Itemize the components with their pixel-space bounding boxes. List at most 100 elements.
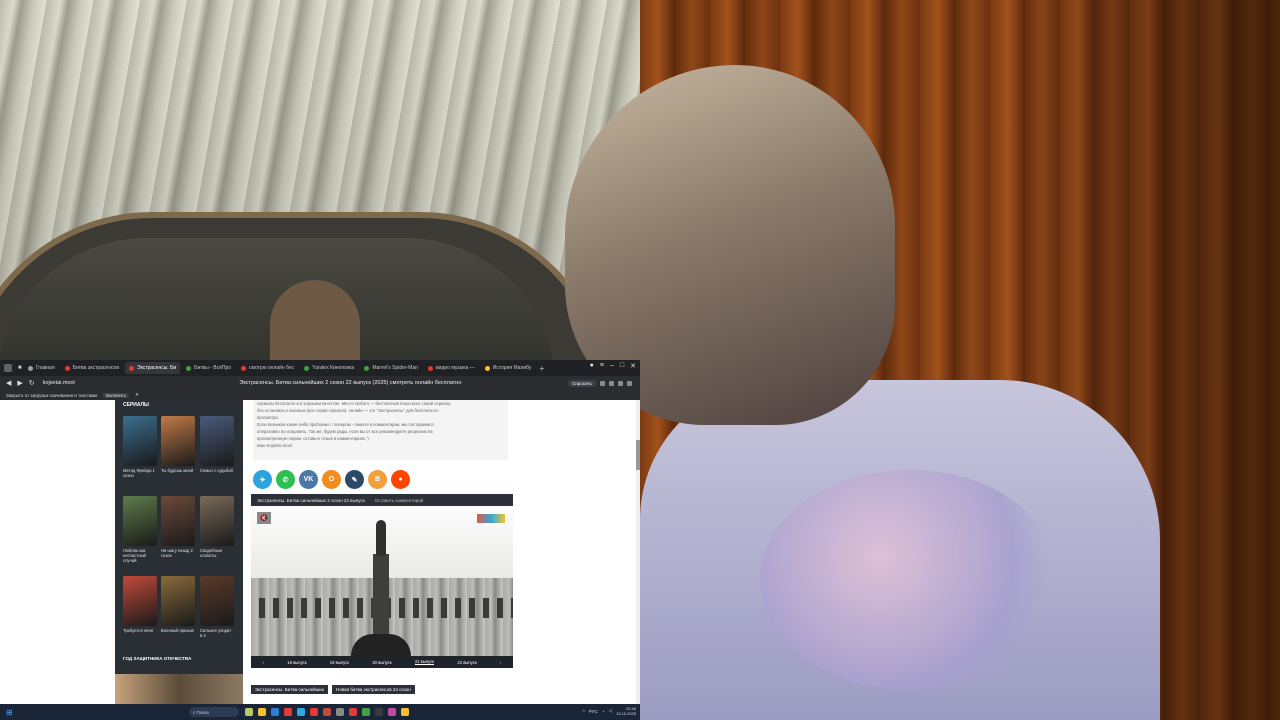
system-tray: ^ РУС ◔ ◁ 22:46 13.10.2025 xyxy=(583,706,636,716)
series-poster[interactable]: Любовь как несчастный случай xyxy=(123,496,157,563)
telegram-share-icon[interactable]: ✈ xyxy=(253,470,272,489)
episode-item[interactable]: 22 выпуск xyxy=(457,660,476,665)
taskbar-app-icon[interactable] xyxy=(361,708,370,716)
browser-tab[interactable]: Marvel's Spider-Man xyxy=(360,362,422,374)
tab-favicon-icon xyxy=(484,365,490,371)
taskbar-app-icon[interactable] xyxy=(283,708,292,716)
tab-label: Marvel's Spider-Man xyxy=(372,365,419,371)
close-button[interactable]: ✕ xyxy=(630,362,636,370)
bookmark-icon[interactable] xyxy=(600,380,605,386)
taskbar-app-icon[interactable] xyxy=(257,708,266,716)
tab-label: Битва экстрасенсов xyxy=(72,365,119,371)
taskbar-app-icon[interactable] xyxy=(400,708,409,716)
tray-chevron-icon[interactable]: ^ xyxy=(583,709,585,714)
browser-tab[interactable]: Битва экстрасенсов xyxy=(61,362,123,374)
browser-tab[interactable]: Битвы - ВсёПро xyxy=(182,362,235,374)
taskbar-app-icon[interactable] xyxy=(270,708,279,716)
blogger-share-icon[interactable]: B xyxy=(368,470,387,489)
browser-tab[interactable]: Yandex Кинопоиск xyxy=(300,362,358,374)
episodes-prev-icon[interactable]: ‹ xyxy=(263,660,264,665)
wifi-icon[interactable]: ◔ xyxy=(602,709,605,714)
poster-image xyxy=(161,496,195,546)
episodes-next-icon[interactable]: › xyxy=(500,660,501,665)
series-poster[interactable]: Ты будешь моей xyxy=(161,416,195,473)
minimize-button[interactable]: – xyxy=(610,362,614,370)
mail-icon[interactable] xyxy=(609,380,614,386)
browser-tab[interactable]: Главная xyxy=(24,362,59,374)
taskbar-apps xyxy=(244,708,409,716)
taskbar-app-icon[interactable] xyxy=(322,708,331,716)
description-line: Ваш Kojsetai.mool xyxy=(257,443,292,448)
ask-button[interactable]: Спросить xyxy=(568,379,596,387)
new-tab-button[interactable]: + xyxy=(539,364,544,373)
share-buttons: ✈ ✆ VK О ✎ B ● xyxy=(253,470,410,489)
sidebar-banner-image[interactable] xyxy=(115,674,243,704)
video-player[interactable]: 🔇 xyxy=(251,506,513,656)
poster-image xyxy=(200,576,234,626)
info-bar: Закрыто от загрузка скачивания и текстам… xyxy=(0,390,640,400)
whatsapp-share-icon[interactable]: ✆ xyxy=(276,470,295,489)
odnoklassniki-share-icon[interactable]: О xyxy=(322,470,341,489)
scrollbar-thumb[interactable] xyxy=(636,440,640,470)
taskbar-search[interactable]: ⌕ Поиск xyxy=(188,707,239,717)
poster-caption[interactable]: Сильнее уходит в 4 xyxy=(200,628,234,638)
mute-icon[interactable]: 🔇 xyxy=(257,512,271,524)
clock[interactable]: 22:46 13.10.2025 xyxy=(616,706,636,716)
taskbar-app-icon[interactable] xyxy=(387,708,396,716)
reload-icon[interactable]: ↻ xyxy=(29,379,35,387)
poster-caption[interactable]: Ни шагу назад 2 сезон xyxy=(161,548,195,558)
tag-link[interactable]: Новая битва экстрасенсов 24 сезон xyxy=(332,685,415,694)
series-poster[interactable]: Сильнее уходит в 4 xyxy=(200,576,234,638)
tag-link[interactable]: Экстрасенсы. Битва сильнейших xyxy=(251,685,329,694)
taskbar-app-icon[interactable] xyxy=(244,708,253,716)
windows-start-icon[interactable]: ⊞ xyxy=(6,708,13,717)
poster-caption[interactable]: Метод Фрейда 1 сезон xyxy=(123,468,157,478)
series-poster[interactable]: Требуется няня xyxy=(123,576,157,633)
taskbar-app-icon[interactable] xyxy=(296,708,305,716)
taskbar-app-icon[interactable] xyxy=(335,708,344,716)
episode-item[interactable]: 19 выпуск xyxy=(330,660,349,665)
url-field[interactable]: kojsetai.mool xyxy=(43,380,133,386)
poster-caption[interactable]: Свадебные хлопоты xyxy=(200,548,234,558)
maximize-button[interactable]: □ xyxy=(620,362,624,370)
menu-icon[interactable]: ≡ xyxy=(600,362,604,370)
episode-item[interactable]: 20 выпуск xyxy=(372,660,391,665)
taskbar-app-icon[interactable] xyxy=(309,708,318,716)
info-bar-close-icon[interactable]: ✕ xyxy=(135,392,139,398)
forward-icon[interactable]: ▶ xyxy=(17,379,22,387)
info-bar-button[interactable]: Включить xyxy=(102,392,130,398)
livejournal-share-icon[interactable]: ✎ xyxy=(345,470,364,489)
description-line: сериалы бесплатно и в хорошем качестве. … xyxy=(257,401,451,406)
series-poster[interactable]: Военный призыв xyxy=(161,576,195,633)
sidebar-footer-title[interactable]: ГОД ЗАЩИТНИКА ОТЕЧЕСТВА xyxy=(123,656,191,661)
download-icon[interactable] xyxy=(627,380,632,386)
browser-tab[interactable]: История Малибу xyxy=(481,362,536,374)
series-poster[interactable]: Метод Фрейда 1 сезон xyxy=(123,416,157,478)
series-poster[interactable]: Ни шагу назад 2 сезон xyxy=(161,496,195,558)
language-indicator[interactable]: РУС xyxy=(589,709,598,714)
vk-share-icon[interactable]: VK xyxy=(299,470,318,489)
profile-icon[interactable]: ● xyxy=(590,362,594,370)
extension-icon[interactable] xyxy=(618,380,623,386)
browser-tab[interactable]: видео музыка — xyxy=(424,362,479,374)
poster-caption[interactable]: Семья с судьбой xyxy=(200,468,234,473)
back-icon[interactable]: ◀ xyxy=(6,379,11,387)
browser-menu-icon[interactable] xyxy=(4,364,12,372)
browser-tab[interactable]: Экстрасенсы. Би xyxy=(124,362,181,374)
taskbar-app-icon[interactable] xyxy=(374,708,383,716)
episode-item[interactable]: 21 выпуск xyxy=(414,659,435,665)
poster-caption[interactable]: Военный призыв xyxy=(161,628,195,633)
episode-item[interactable]: 18 выпуск xyxy=(287,660,306,665)
reddit-share-icon[interactable]: ● xyxy=(391,470,410,489)
taskbar: ⊞ ⌕ Поиск ^ РУС ◔ ◁ 22:46 13.10.2025 xyxy=(0,704,640,720)
comment-link[interactable]: Оставить комментарий xyxy=(375,498,424,503)
poster-caption[interactable]: Ты будешь моей xyxy=(161,468,195,473)
series-poster[interactable]: Семья с судьбой xyxy=(200,416,234,473)
taskbar-app-icon[interactable] xyxy=(348,708,357,716)
volume-icon[interactable]: ◁ xyxy=(609,708,612,714)
poster-caption[interactable]: Любовь как несчастный случай xyxy=(123,548,157,563)
browser-tab[interactable]: смотрю онлайн бес xyxy=(237,362,298,374)
poster-caption[interactable]: Требуется няня xyxy=(123,628,157,633)
series-poster[interactable]: Свадебные хлопоты xyxy=(200,496,234,558)
page-left-margin xyxy=(0,400,115,704)
